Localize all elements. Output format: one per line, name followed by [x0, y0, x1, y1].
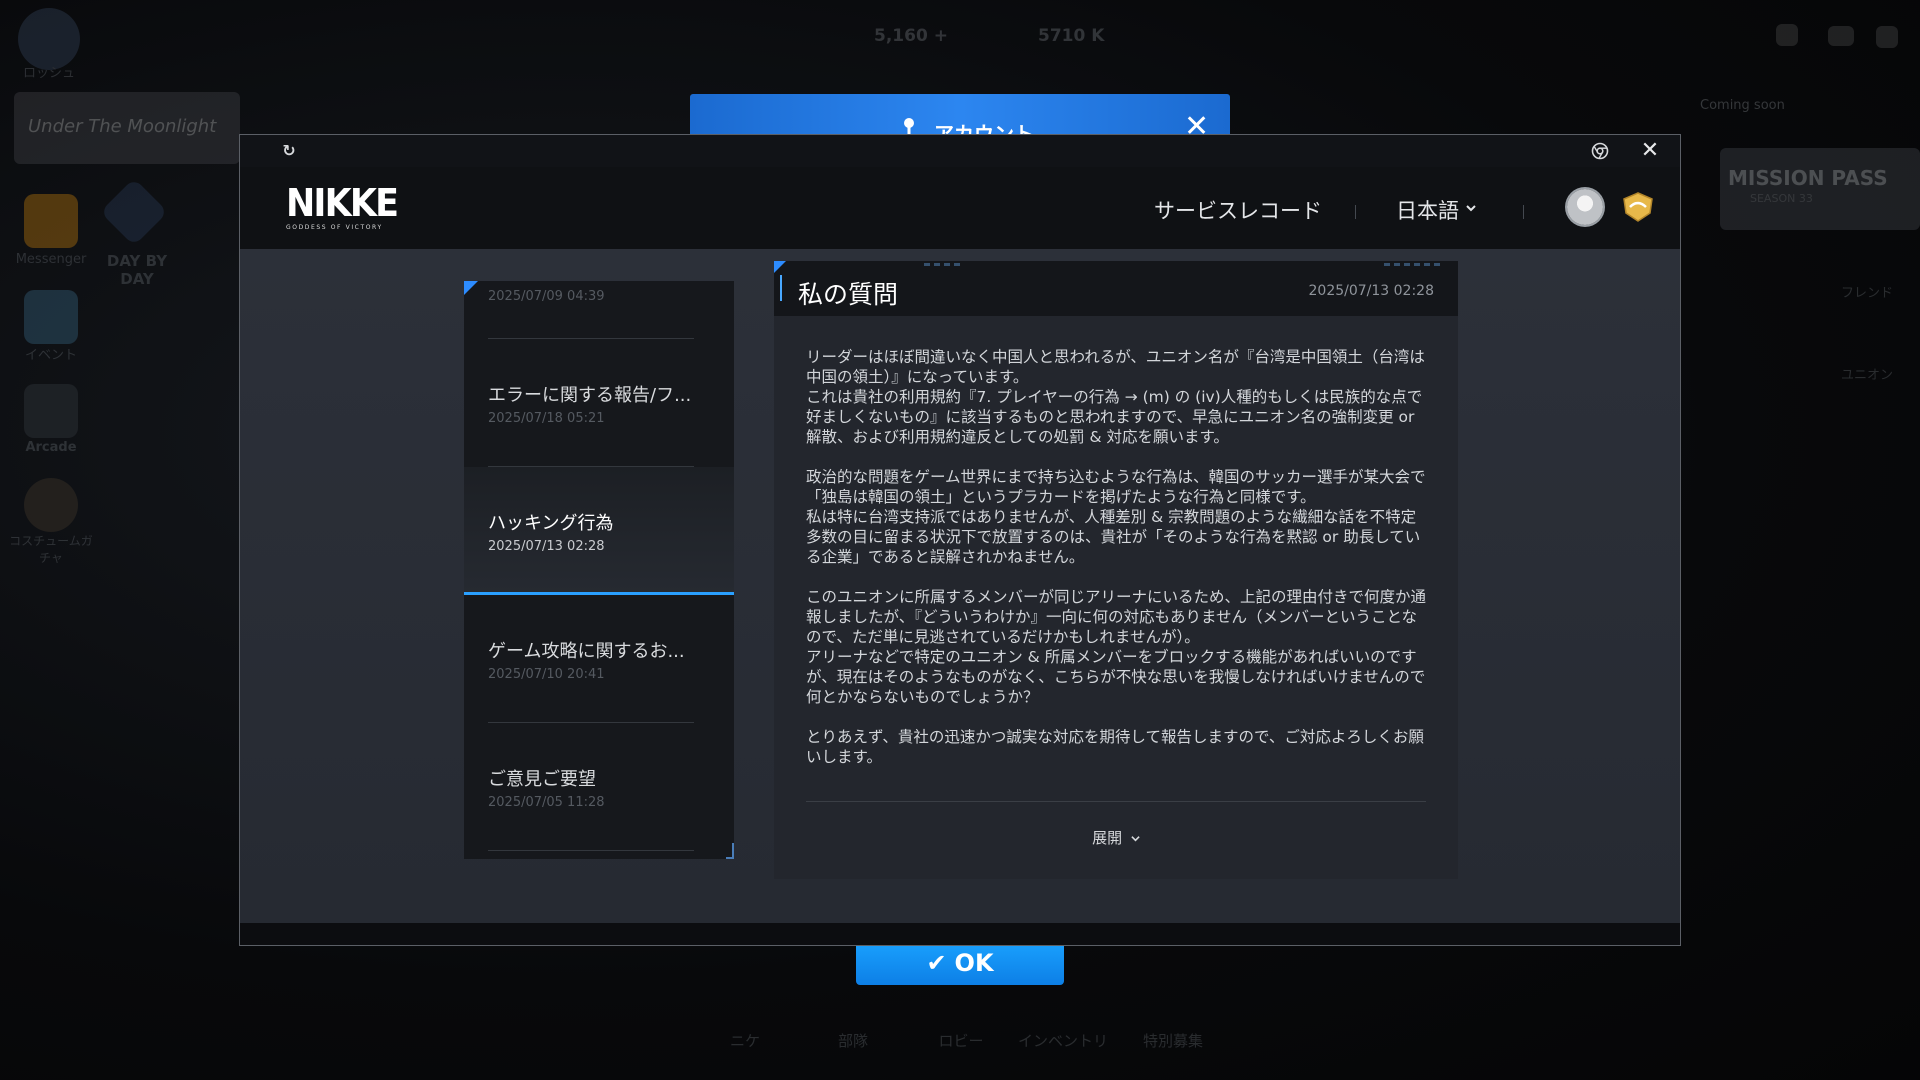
list-item-title: ご意見ご要望	[488, 769, 596, 790]
mission-pass-text: MISSION PASS	[1728, 166, 1888, 190]
bg-right-label-0: フレンド	[1840, 286, 1893, 301]
detail-paragraph: 政治的な問題をゲーム世界にまで持ち込むような行為は、韓国のサッカー選手が某大会で…	[806, 468, 1426, 566]
window-titlebar: ↻ ✕	[240, 135, 1680, 167]
grid-menu-icon	[1876, 26, 1898, 48]
player-avatar-icon	[18, 8, 80, 70]
nikke-logo[interactable]: NIKKE GODDESS OF VICTORY	[286, 181, 399, 231]
site-header: NIKKE GODDESS OF VICTORY サービスレコード 日本語	[240, 167, 1680, 249]
logo-sub-text: GODDESS OF VICTORY	[286, 224, 383, 231]
messenger-icon	[24, 194, 78, 248]
logo-main-text: NIKKE	[286, 181, 399, 225]
detail-divider	[806, 801, 1426, 802]
list-item-title: ハッキング行為	[488, 513, 614, 534]
notification-bell-icon	[1776, 24, 1798, 46]
close-icon[interactable]: ✕	[1639, 140, 1661, 162]
mail-icon	[1828, 26, 1854, 46]
detail-paragraph: とりあえず、貴社の迅速かつ誠実な対応を期待して報告しますので、ご対応よろしくお願…	[806, 728, 1424, 766]
chevron-down-icon[interactable]	[1466, 203, 1476, 213]
detail-paragraph: このユニオンに所属するメンバーが同じアリーナにいるため、上記の理由付きで何度か通…	[806, 588, 1427, 706]
coming-soon-text: Coming soon	[1700, 98, 1785, 113]
chrome-icon[interactable]	[1591, 142, 1609, 160]
event-icon	[24, 290, 78, 344]
bottom-tab-3: インベントリ	[1018, 1032, 1109, 1050]
refresh-icon[interactable]: ↻	[280, 142, 298, 160]
bottom-tab-2: ロビー	[938, 1032, 984, 1050]
list-divider	[488, 850, 694, 851]
bg-left-label-3: イベント	[24, 348, 77, 363]
bg-stat-1: 5710 K	[1038, 26, 1105, 46]
decor-dots	[924, 263, 964, 266]
list-item-date: 2025/07/09 04:39	[488, 289, 605, 304]
list-item-title: ゲーム攻略に関するお...	[488, 641, 685, 662]
event-banner-text: Under The Moonlight	[28, 116, 217, 137]
nav-divider	[1523, 205, 1524, 219]
detail-header: 私の質問 2025/07/13 02:28	[774, 261, 1458, 316]
inquiry-list[interactable]: 2025/07/09 04:39 エラーに関する報告/フ... 2025/07/…	[464, 281, 734, 859]
ok-label: OK	[954, 948, 994, 977]
mission-pass-banner: MISSION PASS SEASON 33	[1720, 148, 1920, 230]
list-item-date: 2025/07/05 11:28	[488, 795, 605, 810]
ok-button[interactable]: ✔ OK	[856, 940, 1064, 985]
service-record-link[interactable]: サービスレコード	[1154, 195, 1322, 225]
list-item-date: 2025/07/18 05:21	[488, 411, 605, 426]
language-selector[interactable]: 日本語	[1396, 195, 1459, 225]
list-item[interactable]: ご意見ご要望 2025/07/05 11:28	[464, 723, 734, 851]
bottom-tab-1: 部隊	[837, 1032, 868, 1050]
nav-divider	[1355, 205, 1356, 219]
corner-accent	[774, 261, 786, 273]
list-item[interactable]: エラーに関する報告/フ... 2025/07/18 05:21	[464, 339, 734, 467]
bg-left-label-2: DAY BY DAY	[106, 252, 168, 288]
list-item-date: 2025/07/10 20:41	[488, 667, 605, 682]
title-accent-bar	[780, 275, 782, 301]
list-item-active[interactable]: ハッキング行為 2025/07/13 02:28	[464, 467, 734, 595]
expand-label: 展開	[1092, 829, 1123, 847]
user-avatar[interactable]	[1567, 189, 1603, 225]
list-item[interactable]: 2025/07/09 04:39	[464, 281, 734, 339]
arcade-icon	[24, 384, 78, 438]
window-footer	[240, 923, 1680, 945]
bg-left-label-5: コスチュームガチャ	[9, 534, 93, 565]
list-item[interactable]: ゲーム攻略に関するお... 2025/07/10 20:41	[464, 595, 734, 723]
chevron-down-icon	[1131, 836, 1140, 842]
corner-accent	[726, 843, 734, 859]
bg-left-label-0: ロッシュ	[22, 66, 75, 81]
expand-button[interactable]: 展開	[774, 827, 1458, 848]
decor-dots	[1384, 263, 1444, 266]
rank-badge-icon[interactable]	[1620, 189, 1656, 225]
bg-left-label-4: Arcade	[25, 440, 77, 455]
mission-season-text: SEASON 33	[1750, 192, 1813, 205]
detail-date: 2025/07/13 02:28	[1308, 283, 1435, 299]
costume-gacha-icon	[24, 478, 78, 532]
bottom-tab-4: 特別募集	[1142, 1032, 1203, 1050]
support-window: ↻ ✕ NIKKE GODDESS OF VICTORY サービスレコード 日本…	[240, 135, 1680, 945]
bottom-tab-0: ニケ	[729, 1032, 760, 1050]
bg-stat-0: 5,160 +	[874, 26, 948, 46]
day-by-day-icon	[100, 178, 168, 246]
main-content: 2025/07/09 04:39 エラーに関する報告/フ... 2025/07/…	[240, 249, 1680, 923]
list-item-title: エラーに関する報告/フ...	[488, 385, 692, 406]
detail-title: 私の質問	[798, 280, 899, 309]
check-icon: ✔	[926, 948, 947, 977]
detail-body: リーダーはほぼ間違いなく中国人と思われるが、ユニオン名が『台湾是中国領土（台湾は…	[806, 347, 1430, 787]
detail-paragraph: リーダーはほぼ間違いなく中国人と思われるが、ユニオン名が『台湾是中国領土（台湾は…	[806, 348, 1425, 446]
bg-left-label-1: Messenger	[15, 252, 87, 267]
bg-right-label-1: ユニオン	[1840, 368, 1893, 383]
inquiry-detail: 私の質問 2025/07/13 02:28 リーダーはほぼ間違いなく中国人と思わ…	[774, 261, 1458, 879]
event-banner: Under The Moonlight	[14, 92, 240, 164]
list-item-date: 2025/07/13 02:28	[488, 539, 605, 554]
